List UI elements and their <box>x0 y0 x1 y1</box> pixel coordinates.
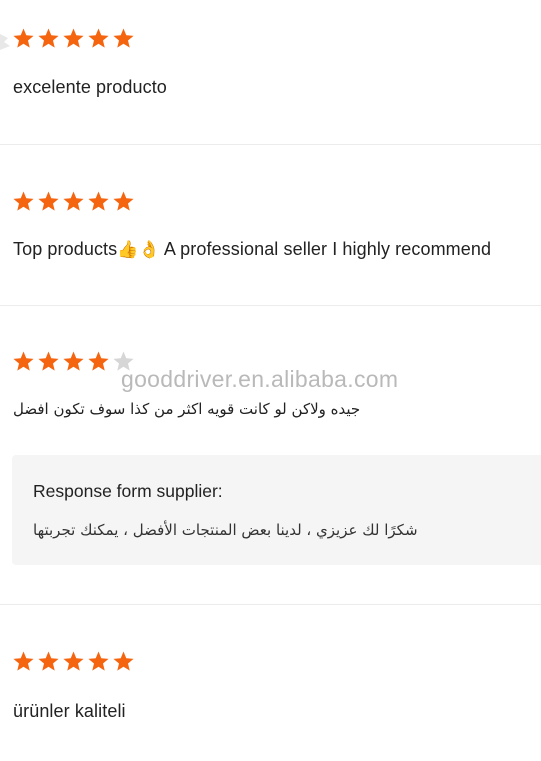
review-text: Top products👍👌 A professional seller I h… <box>13 239 491 260</box>
review-2: Top products👍👌 A professional seller I h… <box>0 145 541 305</box>
star-filled-icon <box>113 28 134 48</box>
star-filled-icon <box>63 651 84 671</box>
star-filled-icon <box>38 191 59 211</box>
star-filled-icon <box>88 28 109 48</box>
star-filled-icon <box>88 651 109 671</box>
star-filled-icon <box>13 191 34 211</box>
review-1: excelente producto <box>0 0 541 145</box>
star-filled-icon <box>38 28 59 48</box>
thumbs-up-icon: 👍 <box>117 240 139 260</box>
star-filled-icon <box>88 351 109 371</box>
review-3: جيده ولاكن لو كانت قويه اكثر من كذا سوف … <box>0 306 541 604</box>
rating-stars <box>12 27 135 50</box>
review-text: جيده ولاكن لو كانت قويه اكثر من كذا سوف … <box>13 400 361 418</box>
star-filled-icon <box>13 28 34 48</box>
supplier-response: Response form supplier: شكرًا لك عزيزي ،… <box>12 455 541 565</box>
rating-stars <box>12 350 135 373</box>
star-filled-icon <box>38 651 59 671</box>
review-text: ürünler kaliteli <box>13 701 126 721</box>
ok-hand-icon: 👌 <box>138 240 160 260</box>
response-title: Response form supplier: <box>33 481 223 501</box>
star-filled-icon <box>13 351 34 371</box>
review-4: ürünler kaliteli <box>0 605 541 761</box>
star-filled-icon <box>88 191 109 211</box>
star-filled-icon <box>38 351 59 371</box>
rating-stars <box>12 650 135 673</box>
rating-stars <box>12 190 135 213</box>
response-text: شكرًا لك عزيزي ، لدينا بعض المنتجات الأف… <box>33 521 418 539</box>
star-filled-icon <box>113 191 134 211</box>
star-filled-icon <box>63 28 84 48</box>
watermark: gooddriver.en.alibaba.com <box>121 366 399 392</box>
star-filled-icon <box>113 651 134 671</box>
review-text: excelente producto <box>13 77 167 97</box>
star-filled-icon <box>63 351 84 371</box>
review-text-end: A professional seller I highly recommend <box>159 239 492 259</box>
review-text-start: Top products <box>13 239 118 259</box>
star-filled-icon <box>63 191 84 211</box>
star-filled-icon <box>13 651 34 671</box>
